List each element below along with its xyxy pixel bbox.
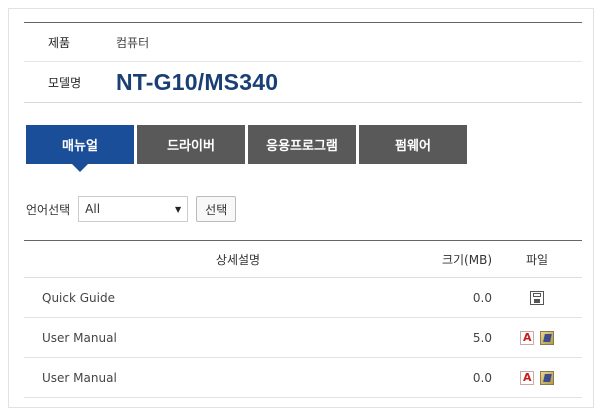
row-desc: Quick Guide (42, 290, 115, 305)
tab-firmware[interactable]: 펌웨어 (359, 125, 467, 164)
model-row: 모델명 NT-G10/MS340 (24, 62, 582, 103)
download-icon[interactable] (540, 330, 554, 345)
table-header: 상세설명 크기(MB) 파일 (24, 240, 582, 278)
language-selector: 언어선택 All ▼ 선택 (26, 195, 237, 223)
table-row: User Manual 0.0 (24, 358, 582, 398)
tab-driver[interactable]: 드라이버 (137, 125, 245, 164)
save-icon[interactable] (530, 290, 544, 305)
row-files (492, 370, 582, 385)
tab-manual[interactable]: 매뉴얼 (26, 125, 134, 172)
tab-application[interactable]: 응용프로그램 (248, 125, 356, 164)
pdf-icon[interactable] (520, 370, 534, 385)
manual-table: 상세설명 크기(MB) 파일 Quick Guide 0.0 User Manu… (24, 240, 582, 398)
model-value: NT-G10/MS340 (116, 68, 279, 95)
pdf-icon[interactable] (520, 330, 534, 345)
language-select-value: All (85, 202, 101, 216)
language-label: 언어선택 (26, 202, 71, 217)
row-size: 0.0 (472, 370, 492, 385)
language-select[interactable]: All ▼ (78, 196, 189, 222)
header-file: 파일 (525, 252, 549, 267)
table-row: User Manual 5.0 (24, 318, 582, 358)
header-size: 크기(MB) (441, 252, 492, 267)
table-row: Quick Guide 0.0 (24, 278, 582, 318)
row-size: 5.0 (472, 330, 492, 345)
row-desc: User Manual (42, 330, 117, 345)
header-desc: 상세설명 (215, 252, 261, 267)
download-icon[interactable] (540, 370, 554, 385)
product-category-label: 제품 (48, 35, 71, 50)
product-category-row: 제품 컴퓨터 (24, 23, 582, 62)
language-apply-button[interactable]: 선택 (196, 196, 237, 222)
row-files (492, 330, 582, 345)
product-category-value: 컴퓨터 (116, 35, 150, 50)
row-size: 0.0 (472, 290, 492, 305)
chevron-down-icon: ▼ (175, 204, 182, 214)
row-desc: User Manual (42, 370, 117, 385)
row-files (492, 290, 582, 305)
download-tabs: 매뉴얼 드라이버 응용프로그램 펌웨어 (26, 125, 467, 172)
model-label: 모델명 (48, 75, 82, 90)
